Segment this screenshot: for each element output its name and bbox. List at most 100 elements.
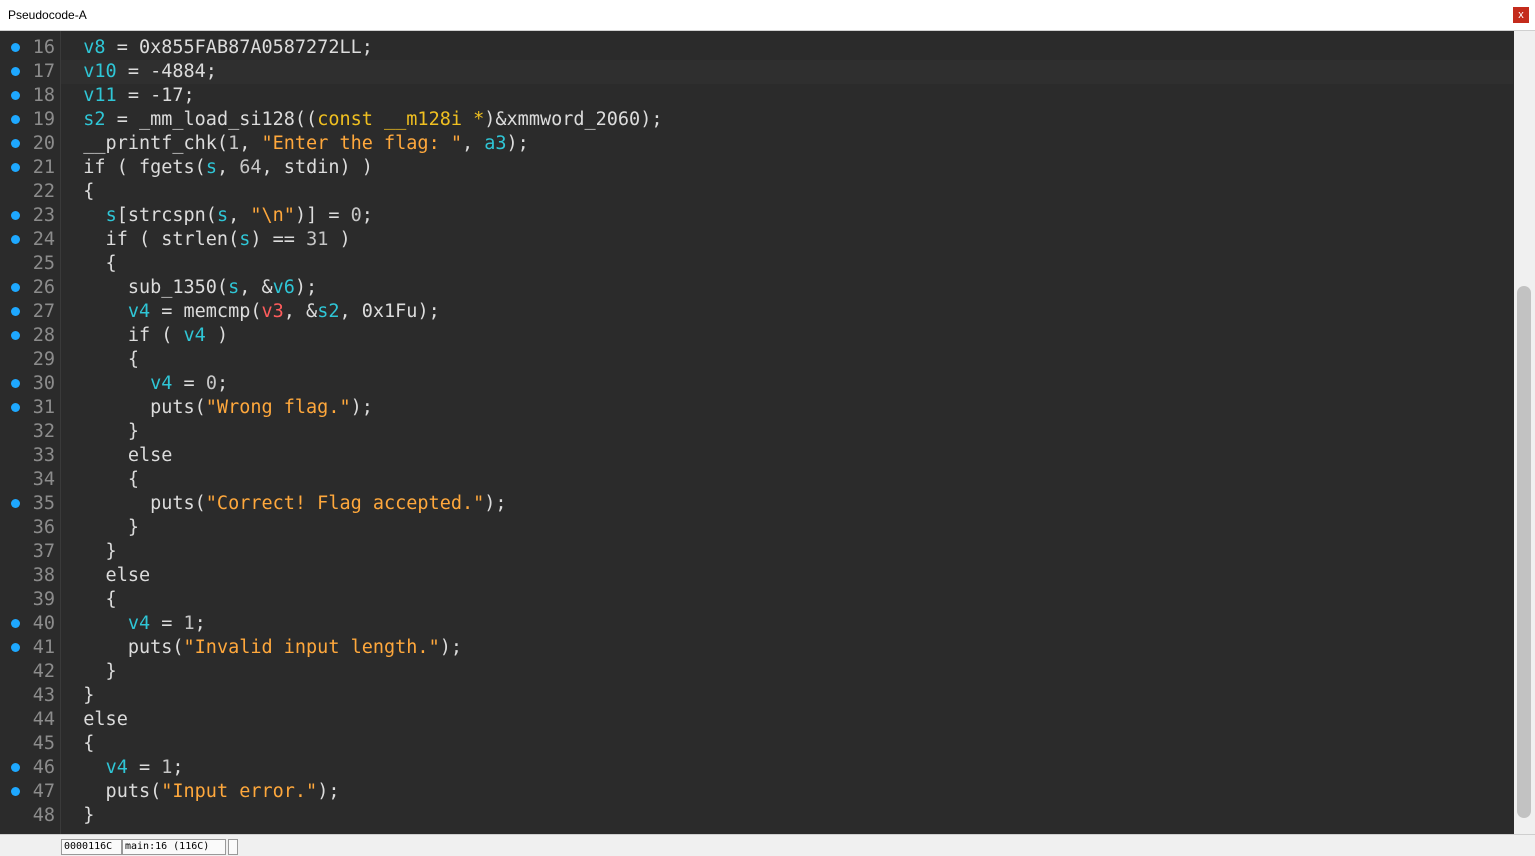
breakpoint-dot-icon[interactable] (11, 499, 20, 508)
code-text[interactable]: else (61, 708, 128, 732)
code-line[interactable]: 17 v10 = -4884; (0, 60, 1512, 84)
code-text[interactable]: if ( strlen(s) == 31 ) (61, 228, 351, 252)
code-text[interactable]: puts("Correct! Flag accepted."); (61, 492, 506, 516)
pseudocode-editor[interactable]: 16 v8 = 0x855FAB87A0587272LL; 17 v10 = -4… (0, 31, 1535, 834)
code-text[interactable]: else (61, 564, 151, 588)
close-button[interactable]: x (1513, 7, 1529, 23)
code-text[interactable]: s[strcspn(s, "\n")] = 0; (61, 204, 373, 228)
code-text[interactable]: if ( v4 ) (61, 324, 228, 348)
code-text[interactable]: puts("Invalid input length."); (61, 636, 462, 660)
code-text[interactable]: puts("Wrong flag."); (61, 396, 373, 420)
code-line[interactable]: 41 puts("Invalid input length."); (0, 636, 1512, 660)
code-text[interactable]: v4 = memcmp(v3, &s2, 0x1Fu); (61, 300, 440, 324)
code-line[interactable]: 22 { (0, 180, 1512, 204)
code-text[interactable]: { (61, 468, 139, 492)
code-line[interactable]: 39 { (0, 588, 1512, 612)
code-line[interactable]: 31 puts("Wrong flag."); (0, 396, 1512, 420)
code-token: "Wrong flag." (205, 397, 351, 418)
code-line[interactable]: 36 } (0, 516, 1512, 540)
code-line[interactable]: 48 } (0, 804, 1512, 828)
code-line[interactable]: 32 } (0, 420, 1512, 444)
code-line[interactable]: 34 { (0, 468, 1512, 492)
breakpoint-dot-icon[interactable] (11, 787, 20, 796)
code-text[interactable]: } (61, 516, 139, 540)
breakpoint-dot-icon[interactable] (11, 763, 20, 772)
code-text[interactable]: else (61, 444, 173, 468)
breakpoint-dot-icon[interactable] (11, 643, 20, 652)
code-text[interactable]: if ( fgets(s, 64, stdin) ) (61, 156, 373, 180)
code-text[interactable]: { (61, 252, 117, 276)
vertical-scrollbar[interactable] (1514, 31, 1535, 834)
breakpoint-dot-icon[interactable] (11, 91, 20, 100)
code-text[interactable]: v4 = 1; (61, 756, 184, 780)
code-line[interactable]: 47 puts("Input error."); (0, 780, 1512, 804)
code-line[interactable]: 33 else (0, 444, 1512, 468)
code-text[interactable]: } (61, 420, 139, 444)
code-line[interactable]: 46 v4 = 1; (0, 756, 1512, 780)
code-line[interactable]: 35 puts("Correct! Flag accepted."); (0, 492, 1512, 516)
code-line[interactable]: 25 { (0, 252, 1512, 276)
code-text[interactable]: v4 = 0; (61, 372, 228, 396)
code-text[interactable]: __printf_chk(1, "Enter the flag: ", a3); (61, 132, 529, 156)
code-line[interactable]: 26 sub_1350(s, &v6); (0, 276, 1512, 300)
code-text[interactable]: puts("Input error."); (61, 780, 340, 804)
code-text[interactable]: v10 = -4884; (61, 60, 217, 84)
code-line[interactable]: 42 } (0, 660, 1512, 684)
code-line[interactable]: 29 { (0, 348, 1512, 372)
code-text[interactable]: } (61, 804, 94, 828)
scrollbar-thumb[interactable] (1517, 286, 1531, 818)
breakpoint-dot-icon[interactable] (11, 67, 20, 76)
code-line[interactable]: 38 else (0, 564, 1512, 588)
code-token: } (61, 517, 139, 538)
code-text[interactable]: { (61, 348, 139, 372)
code-line[interactable]: 23 s[strcspn(s, "\n")] = 0; (0, 204, 1512, 228)
code-text[interactable]: } (61, 660, 117, 684)
code-line[interactable]: 16 v8 = 0x855FAB87A0587272LL; (0, 36, 1512, 60)
code-text[interactable]: s2 = _mm_load_si128((const __m128i *)&xm… (61, 108, 662, 132)
breakpoint-dot-icon[interactable] (11, 403, 20, 412)
code-text[interactable]: { (61, 588, 117, 612)
code-line[interactable]: 40 v4 = 1; (0, 612, 1512, 636)
code-text[interactable]: } (61, 540, 117, 564)
code-token: , & (239, 277, 273, 298)
code-text[interactable]: { (61, 180, 94, 204)
line-number: 19 (32, 109, 55, 130)
breakpoint-dot-icon[interactable] (11, 283, 20, 292)
code-line[interactable]: 28 if ( v4 ) (0, 324, 1512, 348)
breakpoint-dot-icon[interactable] (11, 139, 20, 148)
code-line[interactable]: 44 else (0, 708, 1512, 732)
code-line[interactable]: 43 } (0, 684, 1512, 708)
code-token: const __m128i * (317, 109, 485, 130)
code-text[interactable]: v11 = -17; (61, 84, 194, 108)
breakpoint-dot-icon[interactable] (11, 379, 20, 388)
code-text[interactable]: { (61, 732, 94, 756)
code-line[interactable]: 19 s2 = _mm_load_si128((const __m128i *)… (0, 108, 1512, 132)
code-token: v11 (83, 85, 117, 106)
code-line[interactable]: 37 } (0, 540, 1512, 564)
code-line[interactable]: 30 v4 = 0; (0, 372, 1512, 396)
breakpoint-dot-icon[interactable] (11, 307, 20, 316)
line-number: 16 (32, 37, 55, 58)
title-bar: Pseudocode-A x (0, 0, 1535, 31)
breakpoint-dot-icon[interactable] (11, 163, 20, 172)
code-line[interactable]: 20 __printf_chk(1, "Enter the flag: ", a… (0, 132, 1512, 156)
code-text[interactable]: v8 = 0x855FAB87A0587272LL; (61, 36, 373, 60)
code-line[interactable]: 45 { (0, 732, 1512, 756)
code-token: s (228, 277, 240, 298)
code-text[interactable]: } (61, 684, 94, 708)
code-token: } (61, 685, 95, 706)
code-line[interactable]: 24 if ( strlen(s) == 31 ) (0, 228, 1512, 252)
code-line[interactable]: 18 v11 = -17; (0, 84, 1512, 108)
line-number: 20 (32, 133, 55, 154)
breakpoint-dot-icon[interactable] (11, 115, 20, 124)
code-text[interactable]: sub_1350(s, &v6); (61, 276, 317, 300)
breakpoint-dot-icon[interactable] (11, 235, 20, 244)
code-line[interactable]: 21 if ( fgets(s, 64, stdin) ) (0, 156, 1512, 180)
breakpoint-dot-icon[interactable] (11, 43, 20, 52)
code-text[interactable]: v4 = 1; (61, 612, 206, 636)
breakpoint-dot-icon[interactable] (11, 331, 20, 340)
breakpoint-dot-icon[interactable] (11, 211, 20, 220)
breakpoint-dot-icon[interactable] (11, 619, 20, 628)
code-line[interactable]: 27 v4 = memcmp(v3, &s2, 0x1Fu); (0, 300, 1512, 324)
